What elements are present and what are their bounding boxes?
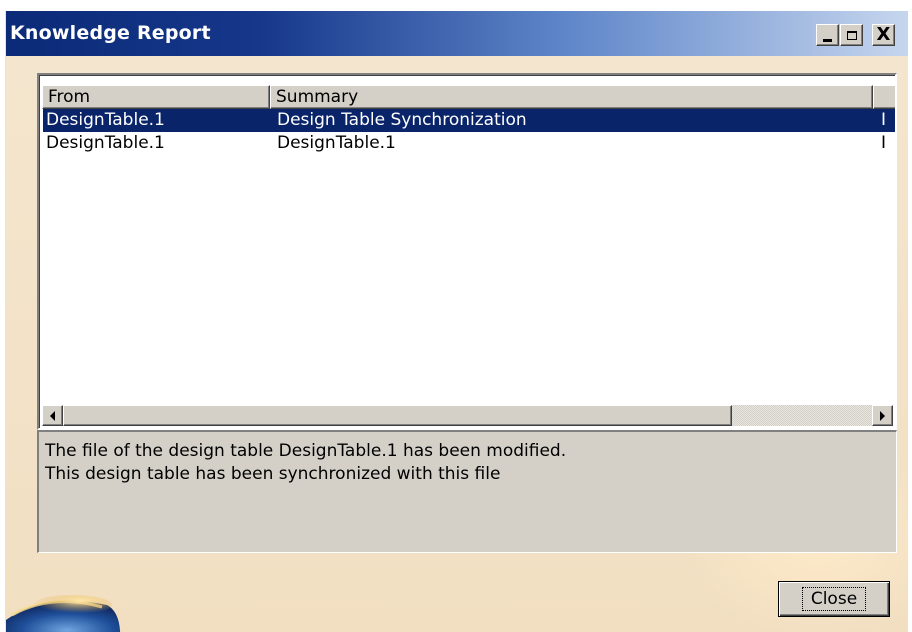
cell-summary: DesignTable.1 [277, 133, 396, 153]
maximize-button[interactable] [840, 24, 863, 46]
scrollbar-thumb[interactable] [63, 405, 732, 426]
description-box: The file of the design table DesignTable… [37, 430, 897, 553]
report-list-inner: From Summary DesignTable.1 Design Table … [39, 75, 895, 428]
close-icon: X [876, 24, 891, 45]
close-button[interactable]: Close [778, 581, 890, 617]
cell-from: DesignTable.1 [46, 110, 165, 130]
scroll-left-button[interactable] [42, 405, 63, 426]
cell-truncated: I [881, 110, 887, 130]
scroll-right-button[interactable] [872, 405, 893, 426]
report-list[interactable]: From Summary DesignTable.1 Design Table … [37, 73, 897, 430]
list-header: From Summary [40, 85, 895, 109]
close-window-button[interactable]: X [872, 24, 895, 46]
horizontal-scrollbar[interactable] [42, 405, 893, 426]
app-logo-icon [6, 595, 121, 632]
column-header-summary[interactable]: Summary [270, 85, 873, 109]
window-title: Knowledge Report [10, 22, 211, 44]
description-line: This design table has been synchronized … [45, 464, 501, 484]
minimize-icon [823, 38, 832, 42]
close-button-label: Close [801, 587, 867, 611]
arrow-left-icon [50, 410, 55, 421]
table-row[interactable]: DesignTable.1 DesignTable.1 I [43, 132, 895, 155]
cell-truncated: I [881, 133, 887, 153]
list-rows: DesignTable.1 Design Table Synchronizati… [43, 109, 895, 155]
knowledge-report-dialog: Knowledge Report X From Summary DesignTa… [5, 11, 908, 632]
minimize-button[interactable] [816, 24, 839, 46]
table-row[interactable]: DesignTable.1 Design Table Synchronizati… [43, 109, 895, 132]
column-header-from[interactable]: From [42, 85, 270, 109]
cell-from: DesignTable.1 [46, 133, 165, 153]
arrow-right-icon [880, 410, 885, 421]
cell-summary: Design Table Synchronization [277, 110, 527, 130]
description-line: The file of the design table DesignTable… [45, 441, 567, 461]
maximize-icon [846, 30, 857, 40]
title-bar[interactable]: Knowledge Report X [6, 11, 908, 56]
column-header-truncated[interactable] [873, 85, 895, 109]
